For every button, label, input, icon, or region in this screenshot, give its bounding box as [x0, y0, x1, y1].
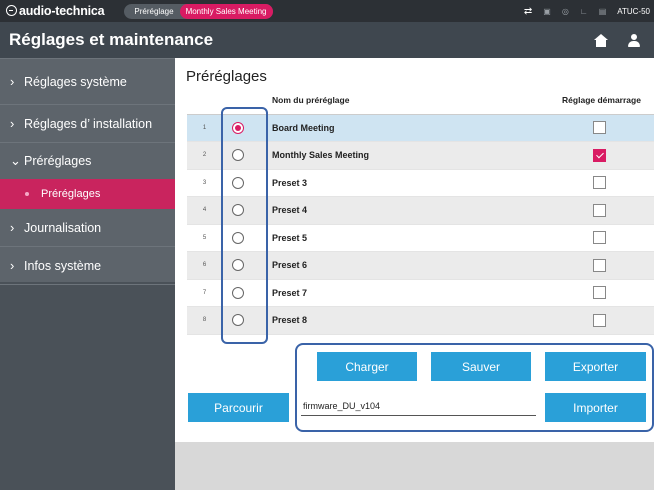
preset-name: Preset 5 [272, 224, 549, 252]
sidebar-item-label: Infos système [24, 258, 102, 273]
page-title: Préréglages [186, 68, 267, 85]
preset-name: Preset 3 [272, 169, 549, 197]
header-bar: Réglages et maintenance [0, 22, 654, 58]
file-name-field[interactable]: firmware_DU_v104 [301, 396, 536, 416]
sidebar-item-label: Réglages d’ installation [24, 116, 153, 131]
startup-checkbox[interactable] [593, 313, 606, 327]
import-button[interactable]: Importer [545, 393, 646, 422]
signal-icon: ∟ [579, 6, 588, 16]
row-number: 4 [187, 196, 222, 225]
sidebar: › Réglages système › Réglages d’ install… [0, 58, 175, 490]
sidebar-subitem-label: Préréglages [41, 188, 101, 200]
sd-card-icon: ▣ [543, 6, 551, 16]
row-number: 2 [187, 141, 222, 170]
bullet-icon [25, 192, 29, 196]
chevron-right-icon: › [10, 116, 15, 131]
startup-cell [549, 224, 654, 252]
sidebar-subitem-presets[interactable]: Préréglages [0, 179, 175, 209]
row-number: 1 [187, 114, 222, 142]
startup-checkbox[interactable] [593, 203, 606, 217]
row-number: 5 [187, 224, 222, 252]
startup-checkbox[interactable] [593, 258, 606, 272]
brand-logo: audio-technica [0, 4, 105, 18]
preset-badge-label: Préréglage [134, 6, 174, 16]
startup-cell [549, 196, 654, 225]
startup-checkbox[interactable] [593, 176, 606, 190]
record-icon: ◎ [561, 6, 569, 16]
sidebar-item-label: Réglages système [24, 74, 127, 89]
brand-mark-icon [6, 4, 17, 16]
row-number: 8 [187, 306, 222, 335]
sidebar-item-system-settings[interactable]: › Réglages système [0, 59, 175, 105]
preset-name: Preset 8 [272, 306, 549, 335]
network-icon: ▤ [598, 6, 607, 16]
startup-checkbox[interactable] [593, 286, 606, 300]
preset-name: Board Meeting [272, 114, 549, 142]
current-preset-badge: Préréglage Monthly Sales Meeting [124, 3, 273, 19]
device-model: ATUC-50 [617, 6, 650, 16]
sidebar-item-label: Préréglages [24, 154, 92, 168]
startup-checkbox[interactable] [593, 121, 606, 135]
chevron-right-icon: › [10, 220, 15, 235]
chevron-right-icon: › [10, 258, 15, 273]
startup-cell [549, 114, 654, 142]
row-number: 7 [187, 279, 222, 307]
preset-name: Preset 4 [272, 196, 549, 225]
page-header-title: Réglages et maintenance [9, 30, 214, 49]
row-number: 6 [187, 251, 222, 280]
sidebar-item-installation-settings[interactable]: › Réglages d’ installation [0, 105, 175, 143]
chevron-right-icon: › [10, 74, 15, 89]
sidebar-item-system-info[interactable]: › Infos système [0, 247, 175, 285]
export-button[interactable]: Exporter [545, 352, 646, 381]
radio-column-highlight [221, 107, 268, 344]
preset-badge-value: Monthly Sales Meeting [179, 3, 273, 19]
sidebar-item-label: Journalisation [24, 220, 102, 235]
startup-cell [549, 279, 654, 307]
content-footer-area [175, 442, 654, 490]
startup-checkbox[interactable] [593, 148, 606, 162]
top-status-bar: audio-technica Préréglage Monthly Sales … [0, 0, 654, 22]
browse-button[interactable]: Parcourir [188, 393, 289, 422]
chevron-down-icon: ⌄ [10, 153, 21, 168]
startup-cell [549, 169, 654, 197]
sidebar-item-presets[interactable]: ⌄ Préréglages [0, 143, 175, 179]
startup-cell [549, 141, 654, 170]
user-icon[interactable] [628, 33, 640, 47]
save-button[interactable]: Sauver [431, 352, 531, 381]
status-icons: ⇄ ▣ ◎ ∟ ▤ ATUC-50 [524, 6, 654, 17]
brand-name: audio-technica [19, 4, 105, 18]
sidebar-item-logging[interactable]: › Journalisation [0, 209, 175, 247]
startup-cell [549, 306, 654, 335]
row-number: 3 [187, 169, 222, 197]
header-preset-name: Nom du préréglage [272, 86, 549, 115]
load-button[interactable]: Charger [317, 352, 417, 381]
startup-checkbox[interactable] [593, 231, 606, 245]
home-icon[interactable] [594, 33, 608, 47]
preset-name: Monthly Sales Meeting [272, 141, 549, 170]
header-startup: Réglage démarrage [549, 86, 654, 115]
preset-name: Preset 7 [272, 279, 549, 307]
usb-icon: ⇄ [523, 5, 533, 17]
startup-cell [549, 251, 654, 280]
preset-name: Preset 6 [272, 251, 549, 280]
header-num [187, 86, 222, 115]
